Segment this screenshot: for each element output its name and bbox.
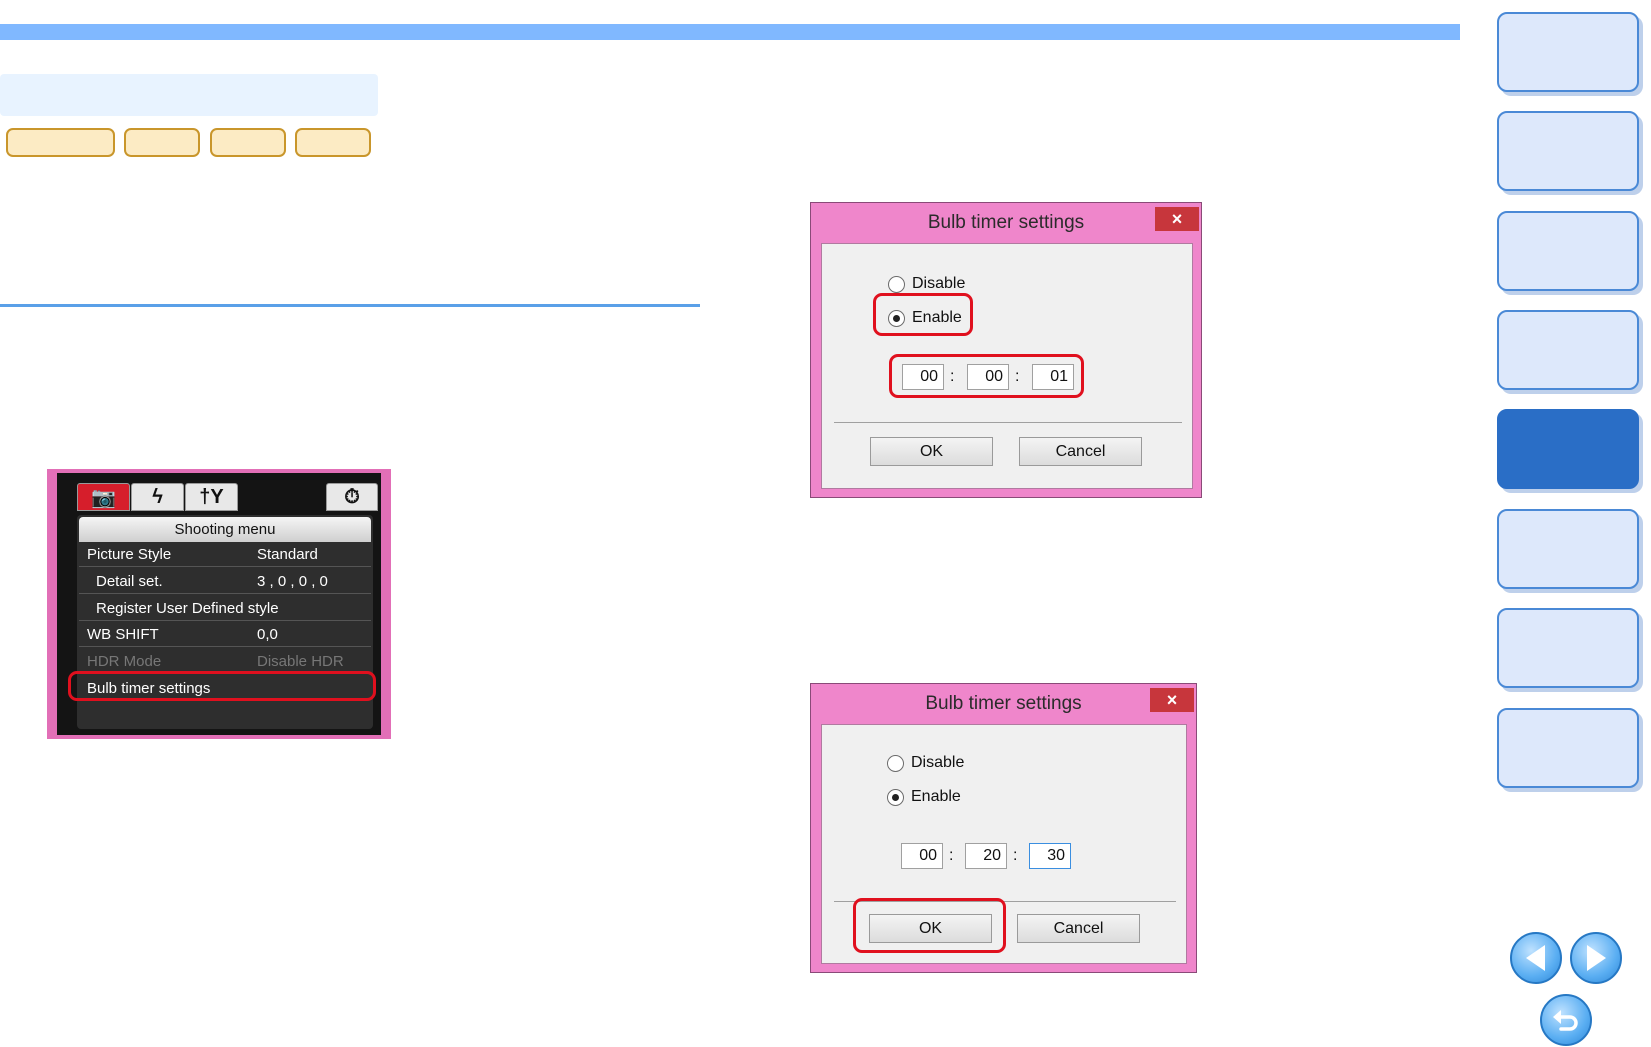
return-button[interactable] — [1540, 994, 1592, 1046]
close-icon[interactable]: × — [1155, 207, 1199, 231]
minutes-input[interactable]: 20 — [965, 843, 1007, 869]
disable-label: Disable — [912, 275, 966, 292]
menu-row-label: Picture Style — [87, 546, 172, 563]
flash-icon[interactable]: ϟ — [131, 483, 184, 511]
menu-row-value: Standard — [257, 546, 318, 563]
side-tab-2[interactable] — [1497, 111, 1639, 191]
side-tab-8[interactable] — [1497, 708, 1639, 788]
tag-pill-4 — [295, 128, 371, 157]
return-arrow-icon — [1553, 1010, 1578, 1031]
time-separator: : — [1013, 847, 1018, 864]
menu-row-picture-style[interactable]: Picture Style Standard — [79, 542, 371, 567]
ok-highlight — [853, 898, 1006, 953]
time-highlight — [889, 354, 1084, 398]
menu-row-label: Detail set. — [96, 573, 163, 590]
dialog-divider — [834, 422, 1182, 423]
top-accent-bar — [0, 24, 1460, 40]
menu-row-label: WB SHIFT — [87, 626, 159, 643]
dialog-title: Bulb timer settings — [925, 693, 1082, 714]
side-tab-6[interactable] — [1497, 509, 1639, 589]
dialog-title: Bulb timer settings — [927, 212, 1085, 233]
shooting-menu-header: Shooting menu — [79, 517, 371, 542]
previous-page-button[interactable] — [1510, 932, 1562, 984]
tag-pill-2 — [124, 128, 200, 157]
radio-on-icon — [887, 788, 904, 806]
side-tab-4[interactable] — [1497, 310, 1639, 390]
next-page-button[interactable] — [1570, 932, 1622, 984]
tools-icon[interactable]: †Y — [185, 483, 238, 511]
menu-row-detail-set[interactable]: Detail set. 3 , 0 , 0 , 0 — [79, 569, 371, 594]
bulb-timer-highlight — [68, 671, 376, 701]
radio-off-icon — [888, 275, 905, 293]
close-icon[interactable]: × — [1150, 688, 1194, 712]
section-title-band — [0, 74, 378, 116]
side-tab-3[interactable] — [1497, 211, 1639, 291]
menu-row-label: Register User Defined style — [96, 600, 279, 617]
tag-pill-3 — [210, 128, 286, 157]
hours-input[interactable]: 00 — [901, 843, 943, 869]
arrow-right-icon — [1587, 945, 1606, 971]
disable-radio[interactable]: Disable — [888, 275, 965, 293]
disable-radio[interactable]: Disable — [887, 754, 964, 772]
tag-pill-1 — [6, 128, 115, 157]
disable-label: Disable — [911, 754, 965, 771]
seconds-input[interactable]: 30 — [1029, 843, 1071, 869]
menu-row-value: 3 , 0 , 0 , 0 — [257, 573, 328, 590]
radio-off-icon — [887, 754, 904, 772]
cancel-button[interactable]: Cancel — [1017, 914, 1140, 943]
side-tab-7[interactable] — [1497, 608, 1639, 688]
camera-icon[interactable]: 📷 — [77, 483, 130, 511]
side-tab-1[interactable] — [1497, 12, 1639, 92]
side-tab-5-active[interactable] — [1497, 409, 1639, 489]
time-separator: : — [949, 847, 954, 864]
timer-icon[interactable]: ⏱ — [326, 483, 378, 511]
section-divider — [0, 304, 700, 307]
menu-row-wb-shift[interactable]: WB SHIFT 0,0 — [79, 622, 371, 647]
arrow-left-icon — [1526, 945, 1545, 971]
ok-button[interactable]: OK — [870, 437, 993, 466]
cancel-button[interactable]: Cancel — [1019, 437, 1142, 466]
page: 📷 ϟ †Y ⏱ Shooting menu Picture Style Sta… — [0, 0, 1651, 1047]
enable-radio[interactable]: Enable — [887, 788, 961, 806]
enable-highlight — [873, 293, 973, 336]
menu-row-register-style[interactable]: Register User Defined style — [79, 596, 371, 621]
bulb-timer-dialog-1: Bulb timer settings × Disable Enable 00 … — [810, 202, 1202, 498]
enable-label: Enable — [911, 788, 961, 805]
menu-row-value: 0,0 — [257, 626, 278, 643]
